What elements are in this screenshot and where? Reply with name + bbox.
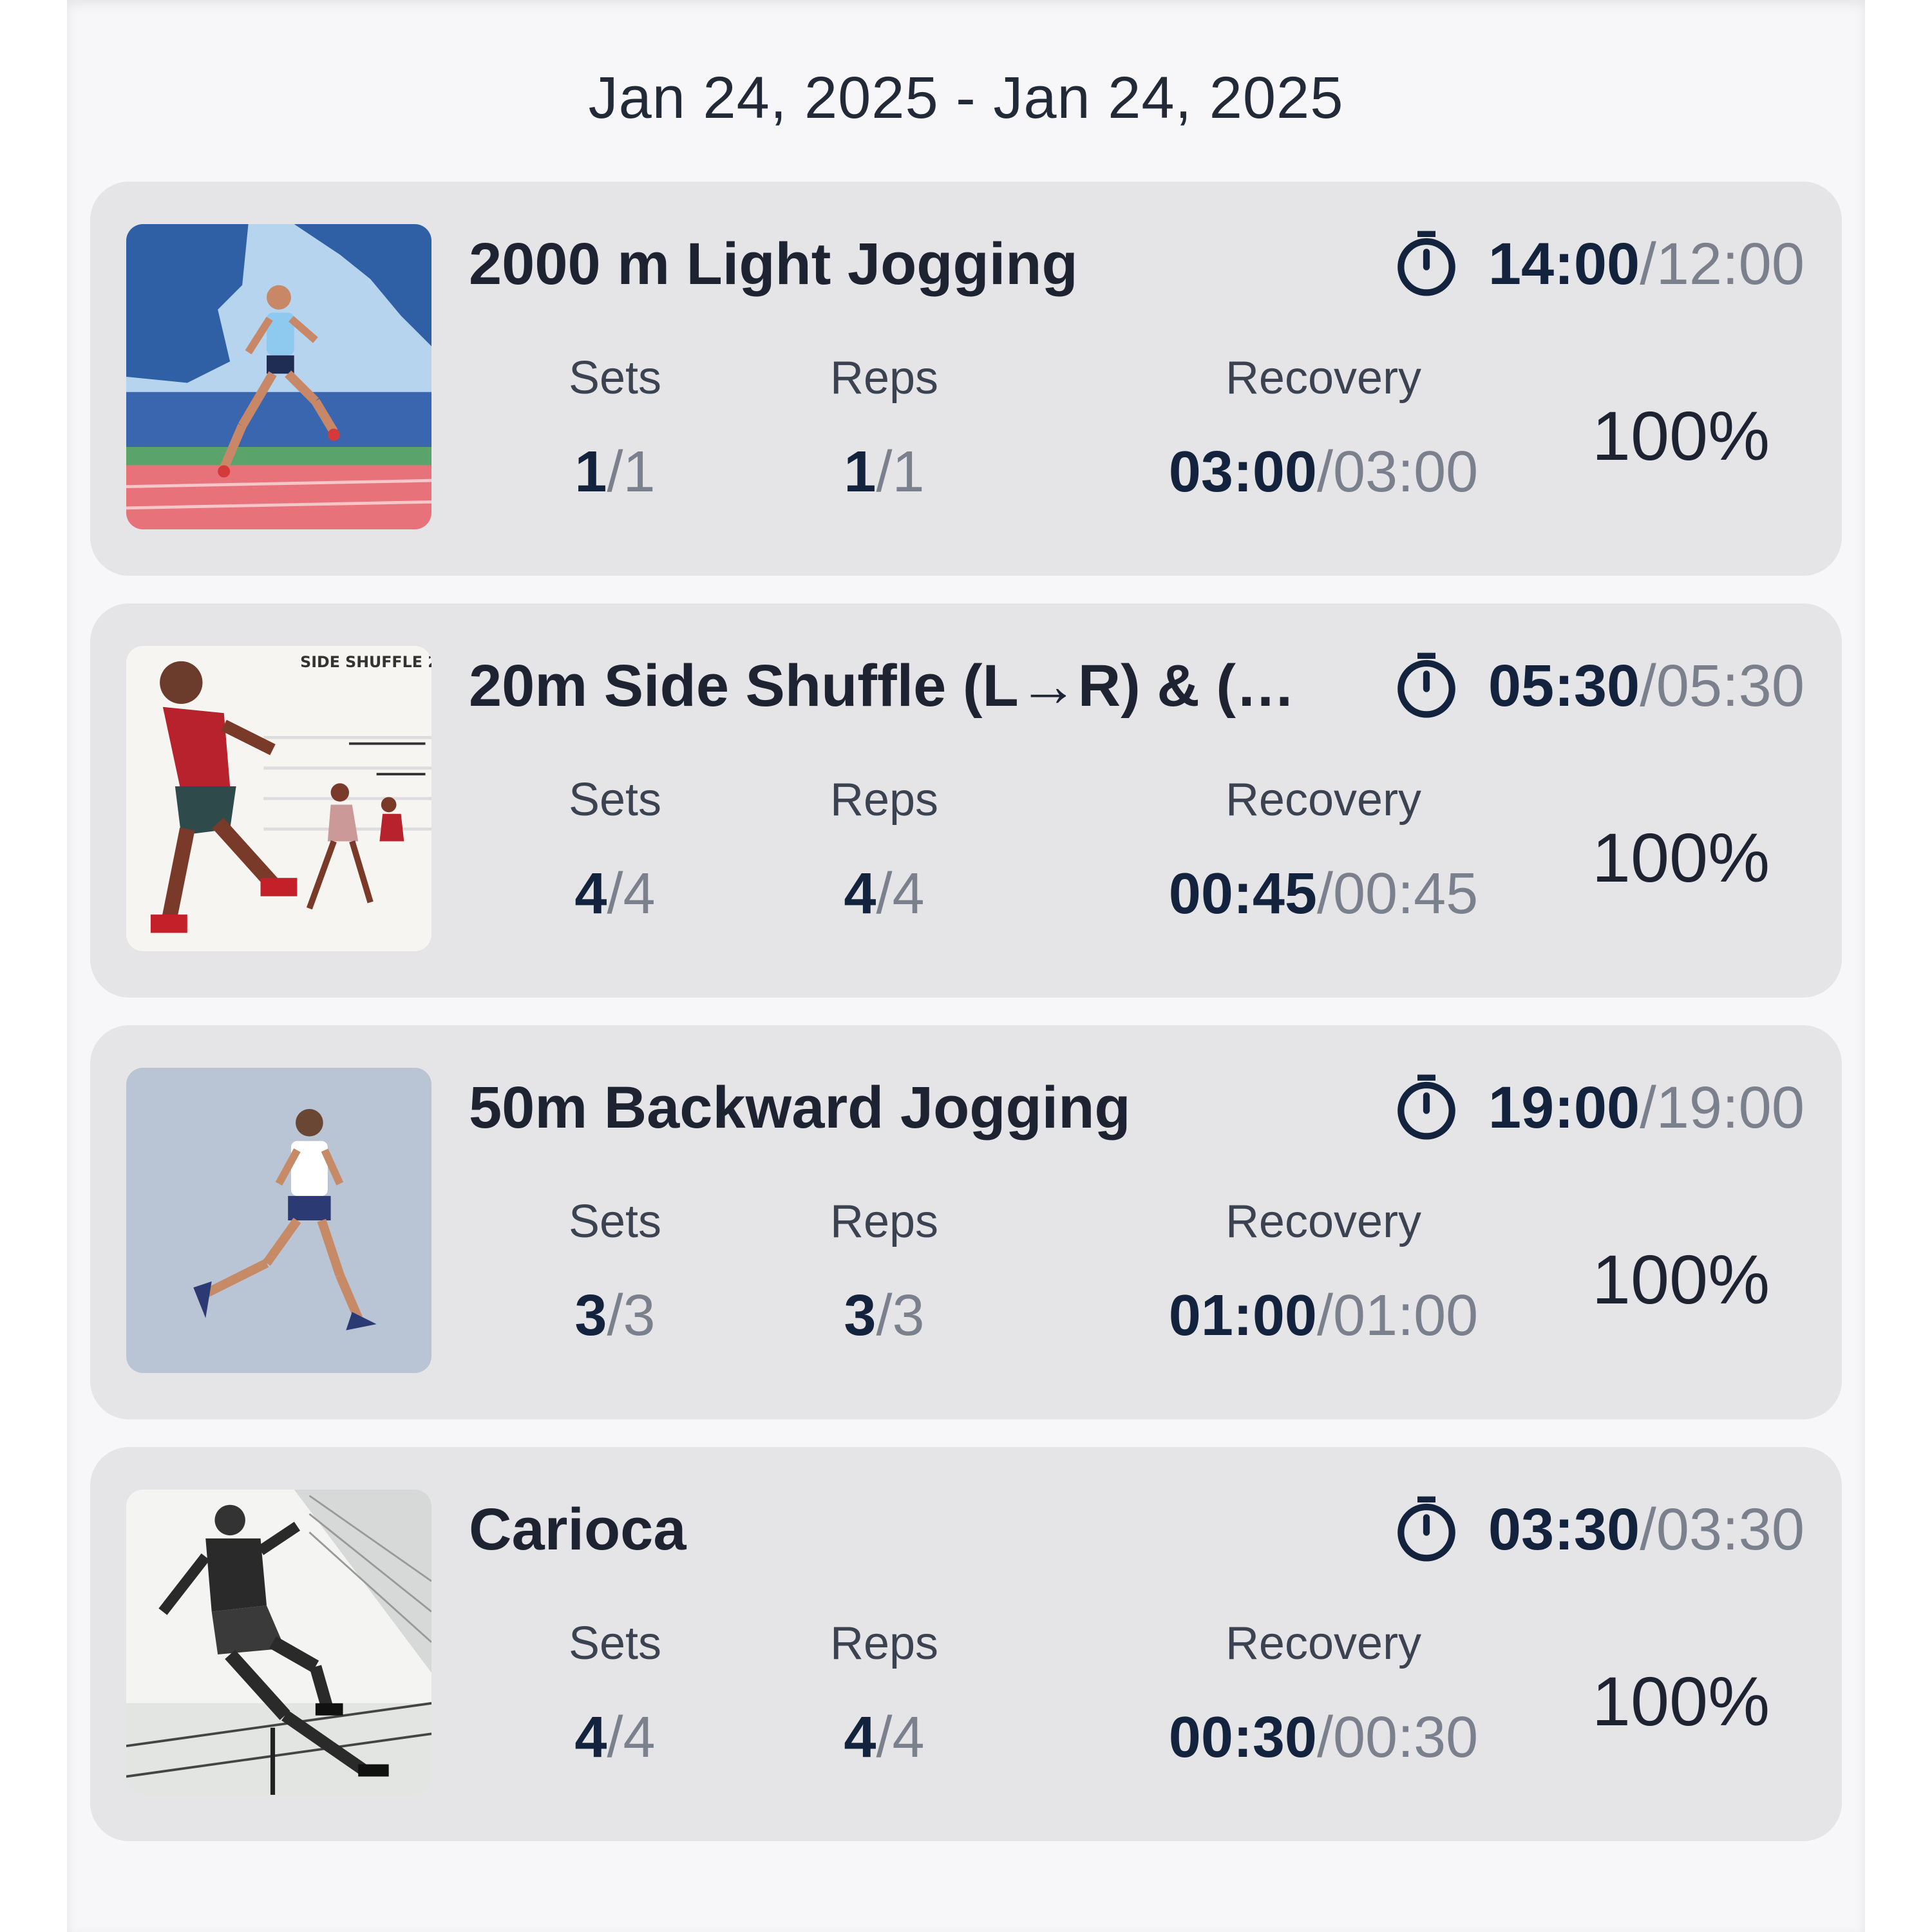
completion-percent: 100% <box>1591 397 1770 475</box>
completion-percent: 100% <box>1591 1662 1770 1740</box>
exercise-title: Carioca <box>469 1497 687 1562</box>
sets-value: 4/4 <box>574 1705 656 1770</box>
exercise-image <box>126 224 431 529</box>
exercise-time: 03:30/03:30 <box>1390 1491 1804 1568</box>
exercise-card[interactable]: Carioca 03:30/03:30 Sets Reps Recovery 4… <box>90 1447 1842 1841</box>
recovery-value: 01:00/01:00 <box>1168 1283 1479 1348</box>
time-done: 05:30 <box>1488 652 1640 719</box>
image-caption: SIDE SHUFFLE 20M <box>300 653 431 671</box>
reps-value: 4/4 <box>844 1705 925 1770</box>
recovery-label: Recovery <box>1225 1196 1422 1247</box>
time-done: 14:00 <box>1488 231 1640 297</box>
recovery-label: Recovery <box>1225 774 1422 826</box>
reps-value: 1/1 <box>844 440 925 504</box>
stopwatch-icon <box>1397 652 1455 718</box>
exercise-image: SIDE SHUFFLE 20M <box>126 646 431 951</box>
stopwatch-icon <box>1397 231 1455 296</box>
exercise-time: 19:00/19:00 <box>1390 1069 1804 1146</box>
completion-percent: 100% <box>1591 1240 1770 1318</box>
sets-value: 3/3 <box>574 1283 656 1348</box>
reps-label: Reps <box>829 774 939 826</box>
reps-value: 4/4 <box>844 862 925 926</box>
time-done: 03:30 <box>1488 1496 1640 1562</box>
sets-value: 1/1 <box>574 440 656 504</box>
exercise-card[interactable]: 2000 m Light Jogging 14:00/12:00 Sets Re… <box>90 182 1842 576</box>
reps-value: 3/3 <box>844 1283 925 1348</box>
sets-label: Sets <box>568 774 662 826</box>
sets-label: Sets <box>568 1618 662 1669</box>
exercise-title: 50m Backward Jogging <box>469 1075 1131 1141</box>
completion-percent: 100% <box>1591 819 1770 896</box>
exercise-image <box>126 1068 431 1373</box>
exercise-card[interactable]: 50m Backward Jogging 19:00/19:00 Sets Re… <box>90 1025 1842 1419</box>
exercise-time: 05:30/05:30 <box>1390 647 1804 724</box>
time-total: 05:30 <box>1656 652 1804 719</box>
stopwatch-icon <box>1397 1074 1455 1140</box>
reps-label: Reps <box>829 1196 939 1247</box>
time-done: 19:00 <box>1488 1074 1640 1141</box>
exercise-title: 2000 m Light Jogging <box>469 231 1078 297</box>
recovery-value: 03:00/03:00 <box>1168 440 1479 504</box>
exercise-card[interactable]: SIDE SHUFFLE 20M 20m Side Shuffle (L→R) … <box>90 603 1842 998</box>
reps-label: Reps <box>829 352 939 404</box>
exercise-time: 14:00/12:00 <box>1390 225 1804 303</box>
recovery-label: Recovery <box>1225 1618 1422 1669</box>
reps-label: Reps <box>829 1618 939 1669</box>
time-total: 03:30 <box>1656 1496 1804 1562</box>
stopwatch-icon <box>1397 1496 1455 1562</box>
exercise-title: 20m Side Shuffle (L→R) & (R… <box>469 653 1306 719</box>
date-range[interactable]: Jan 24, 2025 - Jan 24, 2025 <box>67 64 1865 132</box>
recovery-value: 00:30/00:30 <box>1168 1705 1479 1770</box>
recovery-label: Recovery <box>1225 352 1422 404</box>
recovery-value: 00:45/00:45 <box>1168 862 1479 926</box>
sets-label: Sets <box>568 352 662 404</box>
sets-value: 4/4 <box>574 862 656 926</box>
sets-label: Sets <box>568 1196 662 1247</box>
exercise-image <box>126 1490 431 1795</box>
time-total: 19:00 <box>1656 1074 1804 1141</box>
time-total: 12:00 <box>1656 231 1804 297</box>
